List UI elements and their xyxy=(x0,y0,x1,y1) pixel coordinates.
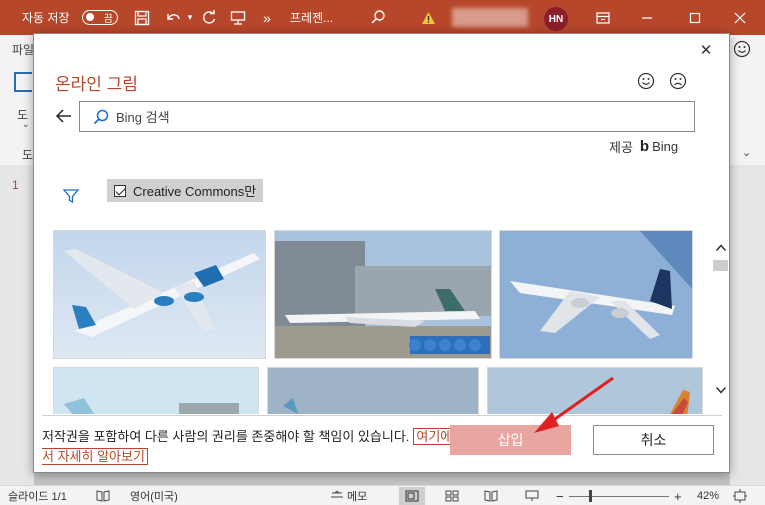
undo-icon[interactable] xyxy=(160,0,186,35)
filter-icon[interactable] xyxy=(62,187,80,205)
notice-text: 저작권을 포함하여 다른 사람의 권리를 존중해야 할 책임이 있습니다. xyxy=(42,429,410,444)
normal-view-icon xyxy=(405,490,419,502)
toggle-knob xyxy=(86,13,94,21)
results-scrollbar[interactable] xyxy=(713,230,729,414)
ribbon-collapse-icon[interactable]: ⌄ xyxy=(742,146,751,159)
scroll-down-icon[interactable] xyxy=(715,384,727,396)
image-result[interactable] xyxy=(274,230,492,359)
smile-feedback-icon[interactable] xyxy=(637,72,655,90)
zoom-level[interactable]: 42% xyxy=(697,488,719,504)
slideshow-icon xyxy=(525,490,539,501)
normal-view-button[interactable] xyxy=(399,487,425,505)
account-name-blurred xyxy=(452,8,528,27)
frown-feedback-icon[interactable] xyxy=(669,72,687,90)
online-pictures-dialog: ✕ 온라인 그림 Bing 검색 제공 b Bing Creative Comm… xyxy=(33,33,730,473)
zoom-in-icon[interactable]: + xyxy=(674,488,682,504)
minimize-icon[interactable] xyxy=(636,0,658,35)
provider-credit: 제공 b Bing xyxy=(609,137,678,156)
window-close-icon[interactable] xyxy=(729,0,751,35)
airplane-photo xyxy=(54,368,258,414)
title-search[interactable]: 프레젠... xyxy=(282,5,412,30)
save-icon[interactable] xyxy=(131,0,153,35)
editor-area-background xyxy=(730,165,765,485)
ribbon-display-icon[interactable] xyxy=(594,0,612,35)
zoom-out-icon[interactable]: − xyxy=(556,488,564,504)
ribbon-group-label: 도 xyxy=(22,148,34,162)
redo-icon[interactable] xyxy=(198,0,220,35)
image-result[interactable] xyxy=(487,367,703,414)
search-placeholder: Bing 검색 xyxy=(116,110,170,125)
present-icon[interactable] xyxy=(227,0,249,35)
back-arrow-icon[interactable] xyxy=(54,106,74,126)
airplane-photo xyxy=(54,231,265,358)
document-name: 프레젠... xyxy=(290,11,334,25)
autosave-state: 끔 xyxy=(103,14,113,25)
search-icon xyxy=(371,10,385,24)
search-icon xyxy=(93,109,109,124)
cc-checkbox[interactable] xyxy=(114,184,126,197)
image-results-grid xyxy=(53,230,703,414)
reading-view-icon xyxy=(484,490,498,502)
scroll-up-icon[interactable] xyxy=(715,242,727,254)
bing-logo-icon: b xyxy=(639,138,650,155)
zoom-slider-thumb[interactable] xyxy=(589,490,592,502)
slide-sorter-button[interactable] xyxy=(439,487,465,505)
image-result[interactable] xyxy=(53,367,259,414)
file-tab[interactable]: 파일 xyxy=(12,41,34,58)
autosave-label: 자동 저장 xyxy=(22,11,70,25)
bing-search-input[interactable]: Bing 검색 xyxy=(79,101,695,132)
slide-thumbnail-pane xyxy=(0,165,34,485)
airplane-photo xyxy=(268,368,478,414)
avatar[interactable]: HN xyxy=(544,7,568,31)
image-result[interactable] xyxy=(499,230,693,359)
airplane-photo xyxy=(500,231,692,358)
dialog-close-icon[interactable]: ✕ xyxy=(696,40,716,60)
cancel-button[interactable]: 취소 xyxy=(593,425,714,455)
undo-dropdown-icon[interactable]: ▾ xyxy=(185,0,195,35)
copyright-notice: 저작권을 포함하여 다른 사람의 권리를 존중해야 할 책임이 있습니다. 여기에… xyxy=(42,427,462,467)
notes-button[interactable]: 메모 xyxy=(330,488,367,504)
image-result[interactable] xyxy=(53,230,266,359)
notes-label: 메모 xyxy=(347,491,368,503)
airplane-photo xyxy=(275,231,491,358)
language-status[interactable]: 영어(미국) xyxy=(130,488,178,504)
cc-filter-label: Creative Commons만 xyxy=(133,184,257,199)
slideshow-button[interactable] xyxy=(519,487,545,505)
provider-prefix: 제공 xyxy=(609,140,633,155)
maximize-icon[interactable] xyxy=(684,0,706,35)
creative-commons-filter[interactable]: Creative Commons만 xyxy=(107,179,264,202)
provider-name: Bing xyxy=(652,139,679,154)
autosave-toggle[interactable]: 끔 xyxy=(82,10,118,25)
slide-sorter-icon xyxy=(445,490,459,502)
title-bar: 자동 저장 끔 ▾ » 프레젠... HN xyxy=(0,0,765,35)
reading-view-button[interactable] xyxy=(478,487,504,505)
zoom-slider[interactable] xyxy=(569,496,669,497)
airplane-photo xyxy=(488,368,702,414)
chevron-down-icon[interactable]: ⌄ xyxy=(22,119,30,130)
dialog-title: 온라인 그림 xyxy=(55,75,138,94)
slide-info: 슬라이드 1/1 xyxy=(8,491,67,503)
insert-button[interactable]: 삽입 xyxy=(450,425,571,455)
notes-icon xyxy=(331,491,343,498)
spellcheck-icon[interactable] xyxy=(96,488,110,504)
feedback-smile-icon[interactable] xyxy=(733,40,751,61)
fit-slide-icon[interactable] xyxy=(733,488,747,504)
more-commands-icon[interactable]: » xyxy=(259,0,275,35)
status-bar: 슬라이드 1/1 영어(미국) 메모 − + 42% xyxy=(0,485,765,505)
warning-icon[interactable] xyxy=(419,0,437,35)
new-slide-icon[interactable] xyxy=(14,72,32,92)
slide-thumbnail-number[interactable]: 1 xyxy=(12,178,19,192)
image-result[interactable] xyxy=(267,367,479,414)
scrollbar-thumb[interactable] xyxy=(713,260,728,271)
footer-divider xyxy=(42,415,722,416)
